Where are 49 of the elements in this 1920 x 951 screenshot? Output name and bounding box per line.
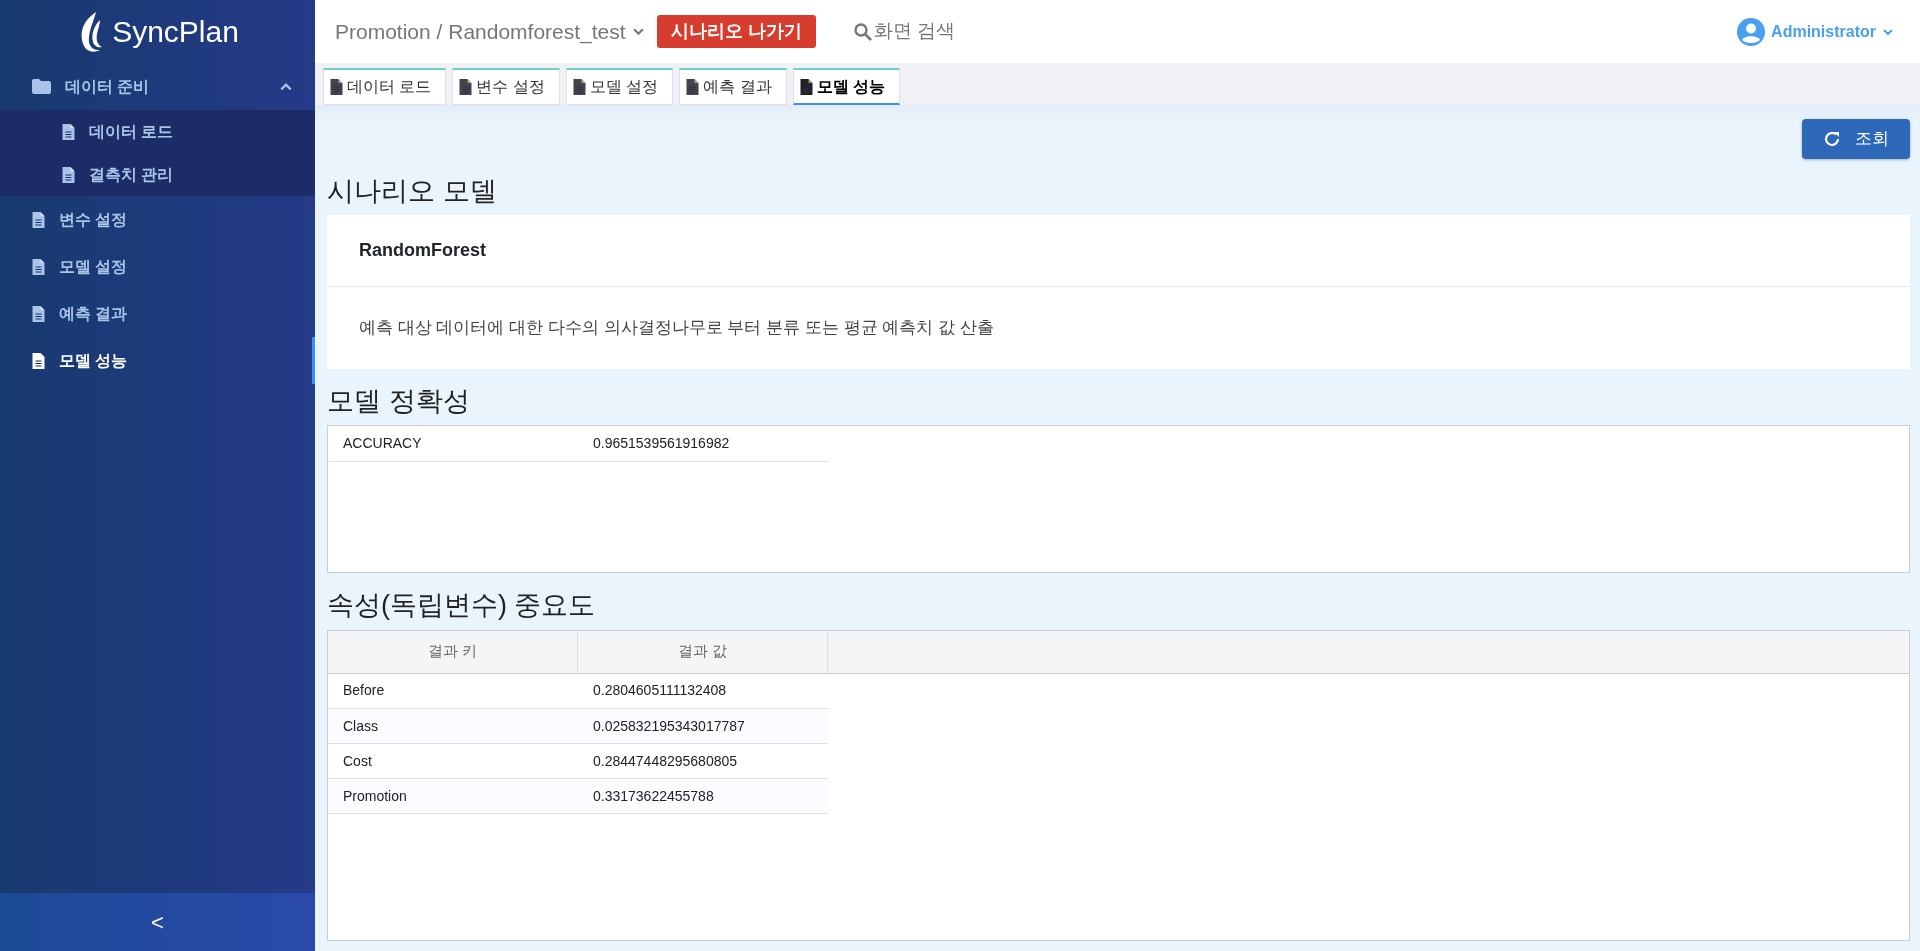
document-icon bbox=[686, 79, 700, 95]
document-icon bbox=[799, 78, 813, 95]
tab[interactable]: 데이터 로드 bbox=[323, 68, 447, 105]
tab[interactable]: 변수 설정 bbox=[452, 68, 560, 105]
table-cell: 0.33173622455788 bbox=[578, 778, 828, 814]
section-heading: 시나리오 모델 bbox=[327, 175, 498, 208]
folder-icon bbox=[32, 79, 51, 94]
tab[interactable]: 예측 결과 bbox=[679, 68, 787, 105]
table-cell: Before bbox=[328, 673, 578, 709]
document-icon bbox=[32, 258, 45, 275]
table-cell: Promotion bbox=[328, 778, 578, 814]
document-icon bbox=[459, 79, 473, 95]
logo-text: SyncPlan bbox=[112, 14, 239, 50]
table-cell: 0.28447448295680805 bbox=[578, 743, 828, 779]
column-header[interactable]: 결과 값 bbox=[577, 630, 828, 673]
document-icon bbox=[330, 79, 343, 95]
document-icon bbox=[32, 305, 45, 322]
table-cell: ACCURACY bbox=[328, 426, 578, 462]
model-name: RandomForest bbox=[327, 215, 1910, 288]
tab[interactable]: 모델 설정 bbox=[565, 68, 674, 105]
sidebar-item[interactable]: 예측 결과 bbox=[0, 290, 315, 337]
section-heading: 모델 정확성 bbox=[327, 384, 471, 418]
sidebar-item[interactable]: 결측치 관리 bbox=[0, 153, 315, 196]
search-icon bbox=[853, 22, 872, 41]
sidebar-item[interactable]: 모델 성능 bbox=[0, 337, 315, 384]
breadcrumb[interactable]: Promotion / Randomforest_test bbox=[335, 15, 626, 48]
document-icon bbox=[62, 166, 75, 183]
sidebar-item[interactable]: 데이터 준비 bbox=[0, 63, 315, 110]
table-cell: 0.2804605111132408 bbox=[578, 673, 828, 709]
document-icon bbox=[32, 352, 45, 369]
document-icon bbox=[62, 123, 75, 140]
document-icon bbox=[32, 211, 45, 228]
table-cell: Cost bbox=[328, 743, 578, 779]
exit-scenario-button[interactable]: 시나리오 나가기 bbox=[656, 15, 816, 48]
table-cell: 0.9651539561916982 bbox=[578, 426, 828, 462]
table-cell: Class bbox=[328, 708, 578, 744]
section-heading: 속성(독립변수) 중요도 bbox=[327, 589, 597, 622]
refresh-icon bbox=[1823, 130, 1841, 148]
sidebar-item[interactable]: 데이터 로드 bbox=[0, 110, 315, 153]
screen-search-button[interactable]: 화면 검색 bbox=[847, 16, 961, 47]
tab[interactable]: 모델 성능 bbox=[792, 68, 901, 105]
table-cell: 0.025832195343017787 bbox=[578, 708, 828, 744]
collapse-sidebar-button[interactable]: < bbox=[151, 905, 164, 939]
model-description: 예측 대상 데이터에 대한 다수의 의사결정나무로 부터 분류 또는 평균 예측치 값 산출 bbox=[358, 317, 995, 340]
user-avatar-icon bbox=[1737, 17, 1766, 46]
refresh-button[interactable]: 조회 bbox=[1802, 119, 1910, 159]
sidebar-item[interactable]: 모델 설정 bbox=[0, 243, 315, 290]
sidebar-item[interactable]: 변수 설정 bbox=[0, 196, 315, 243]
document-icon bbox=[572, 79, 586, 95]
